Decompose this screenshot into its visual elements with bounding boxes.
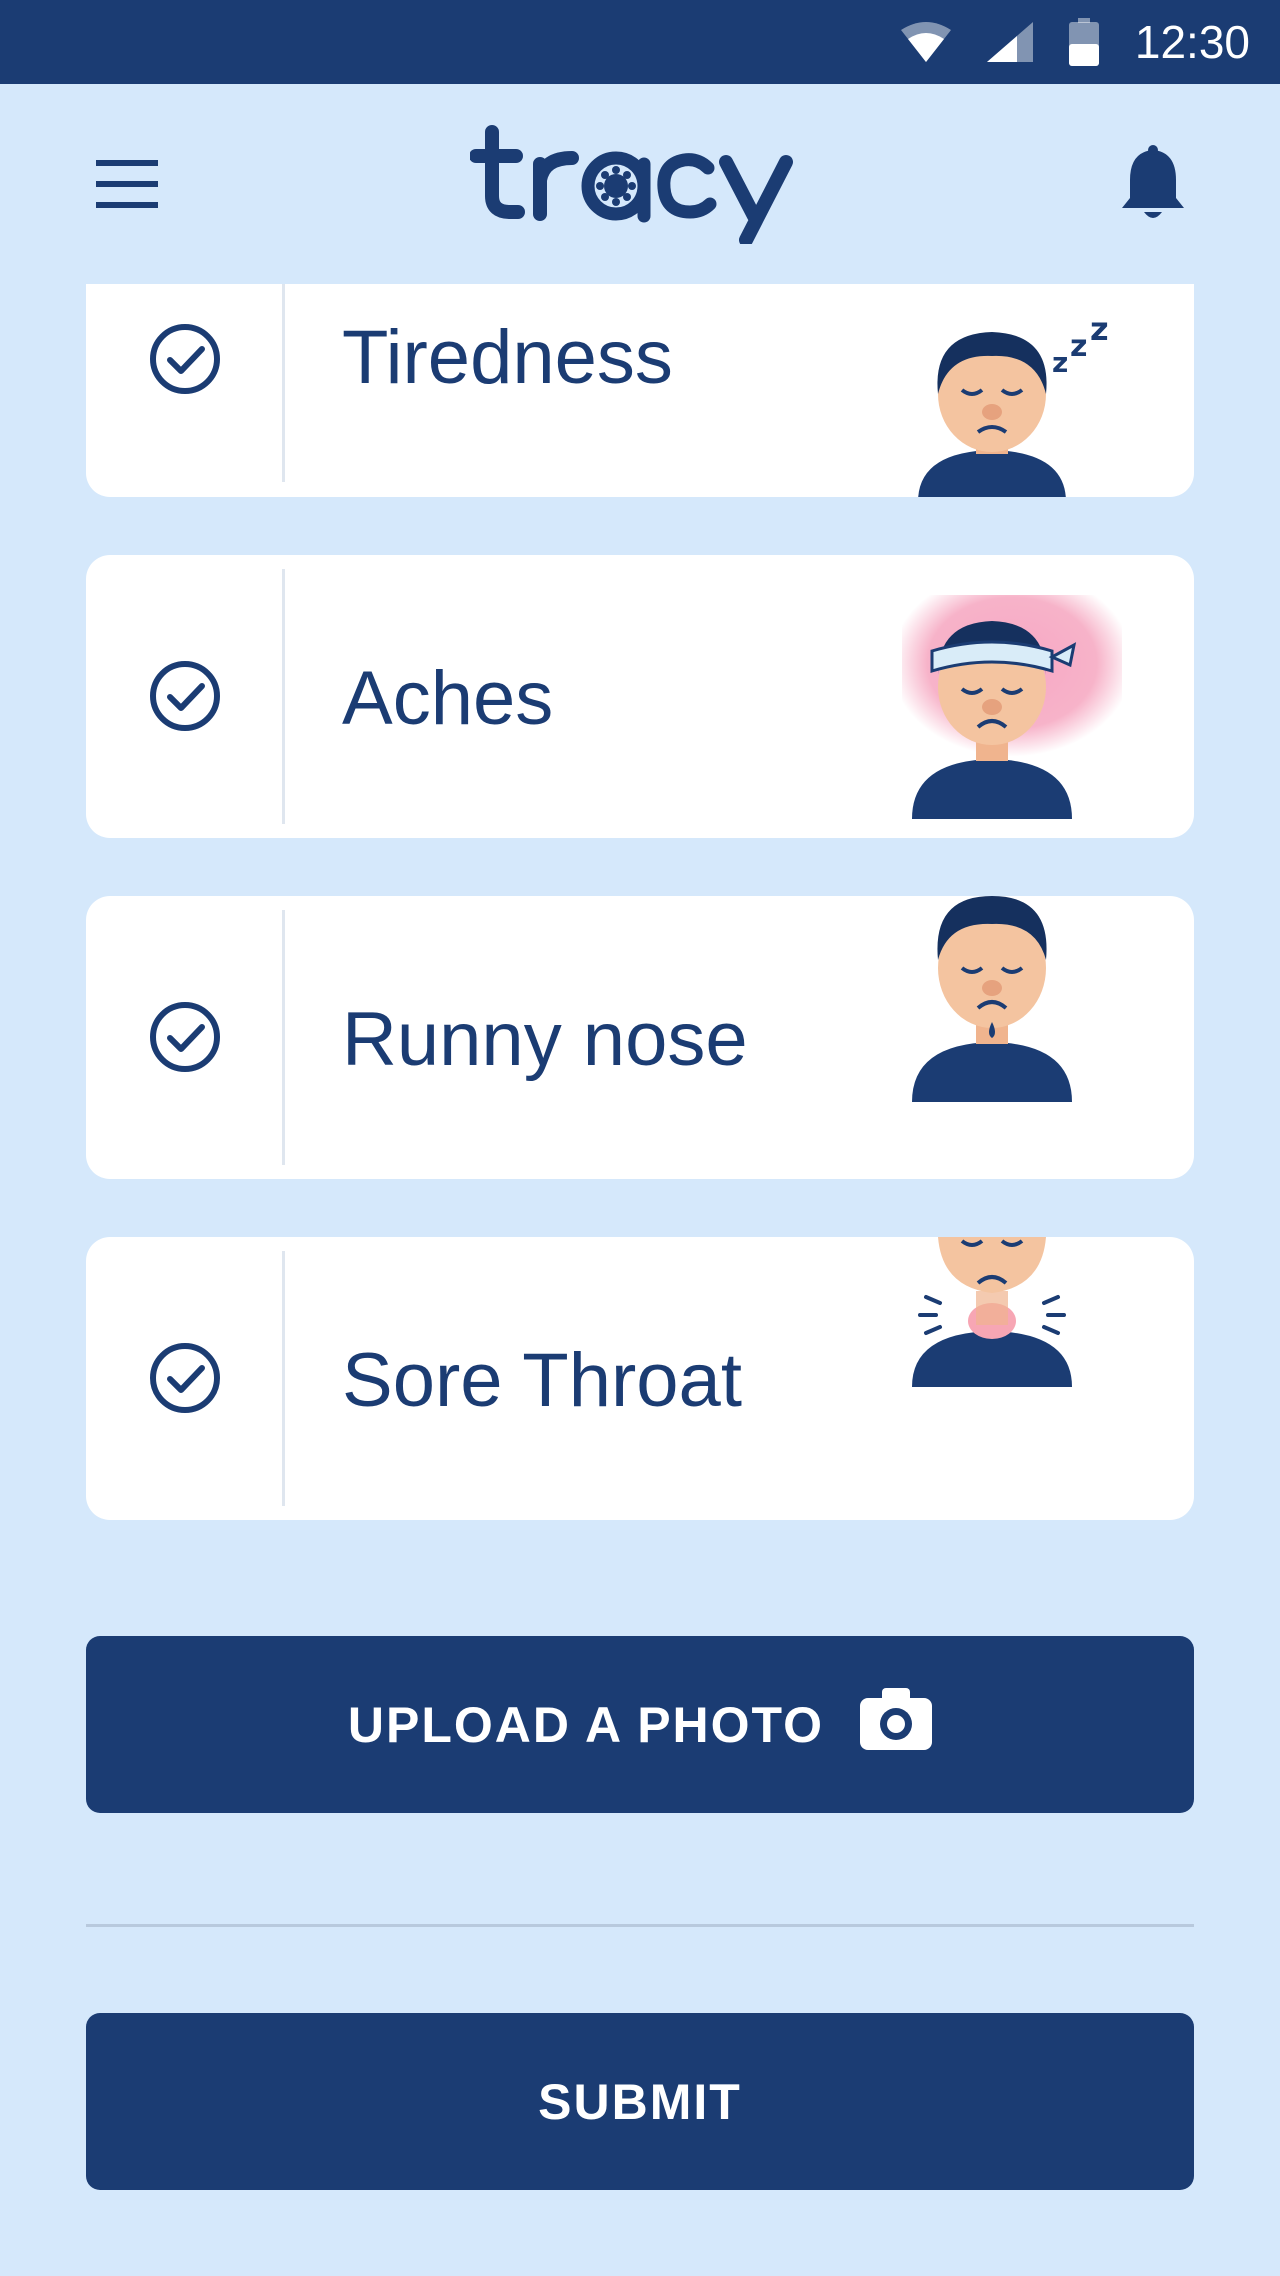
symptom-label: Sore Throat	[342, 1338, 742, 1423]
status-bar: 12:30	[0, 0, 1280, 84]
card-divider	[282, 569, 285, 824]
symptom-card-runny-nose[interactable]: Runny nose	[86, 896, 1194, 1179]
hamburger-menu-icon[interactable]	[92, 156, 162, 212]
headache-person-icon	[902, 595, 1122, 825]
wifi-icon	[900, 22, 951, 62]
check-circle-icon[interactable]	[148, 1000, 222, 1074]
symptom-card-tiredness[interactable]: Tiredness z z z	[86, 284, 1194, 497]
bell-icon[interactable]	[1118, 144, 1188, 224]
tracy-logo	[469, 124, 810, 247]
check-circle-icon[interactable]	[148, 322, 222, 396]
check-circle-icon[interactable]	[148, 1341, 222, 1415]
symptom-label: Tiredness	[342, 315, 673, 400]
svg-text:z: z	[1052, 346, 1068, 379]
runny-nose-person-icon	[902, 896, 1122, 1126]
submit-label: SUBMIT	[538, 2073, 742, 2130]
card-divider	[282, 284, 285, 482]
symptom-card-sore-throat[interactable]: Sore Throat	[86, 1237, 1194, 1520]
tired-person-icon: z z z	[902, 310, 1122, 497]
card-divider	[282, 1251, 285, 1506]
upload-photo-label: UPLOAD A PHOTO	[347, 1696, 825, 1753]
camera-icon	[860, 1687, 933, 1762]
check-circle-icon[interactable]	[148, 659, 222, 733]
battery-icon	[1068, 18, 1099, 66]
symptom-card-aches[interactable]: Aches	[86, 555, 1194, 838]
section-divider	[86, 1924, 1194, 1927]
sore-throat-person-icon	[902, 1237, 1122, 1467]
card-divider	[282, 910, 285, 1165]
app-header	[0, 84, 1280, 284]
symptom-label: Runny nose	[342, 997, 748, 1082]
svg-text:z: z	[1090, 312, 1109, 348]
upload-photo-button[interactable]: UPLOAD A PHOTO	[86, 1636, 1194, 1813]
submit-button[interactable]: SUBMIT	[86, 2013, 1194, 2190]
svg-text:z: z	[1070, 329, 1087, 364]
symptom-label: Aches	[342, 656, 554, 741]
status-time: 12:30	[1134, 16, 1250, 68]
cell-signal-icon	[986, 22, 1033, 62]
